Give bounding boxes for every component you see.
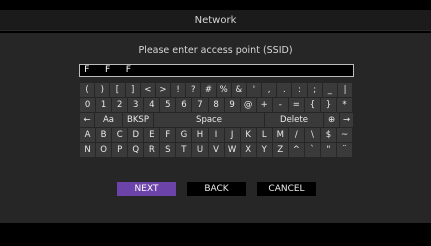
keyboard-key[interactable]: @	[240, 98, 256, 112]
keyboard-key[interactable]: Z	[272, 143, 288, 157]
keyboard-key[interactable]: >	[155, 83, 171, 97]
keyboard-row-letters-upper-n: N O P Q R S T U V W X Y Z ^ ` " ¨	[80, 143, 353, 157]
keyboard-key[interactable]: Q	[128, 143, 144, 157]
keyboard-key[interactable]: {	[304, 98, 320, 112]
page-title: Network	[0, 10, 431, 31]
keyboard-key[interactable]: (	[80, 83, 95, 97]
keyboard-key[interactable]: :	[292, 83, 307, 97]
input-panel: Please enter access point (SSID) F F F (…	[0, 33, 431, 223]
on-screen-keyboard: ()[] < >!? #% & ',.:; _ | 0 1 2 3 4 5 6 7 8 9 @ + - ={} * ← A…	[80, 83, 353, 158]
keyboard-key[interactable]: |	[337, 83, 353, 97]
keyboard-key[interactable]: B	[96, 128, 112, 142]
keyboard-key[interactable]: }	[320, 98, 336, 112]
keyboard-key[interactable]: D	[128, 128, 144, 142]
keyboard-row-controls: ← Aa BKSP Space Delete ⊕ →	[80, 113, 353, 127]
keyboard-key[interactable]: G	[176, 128, 192, 142]
keyboard-row-letters-upper-a: A B C D E F G H I J K L M / \ $ ~	[80, 128, 353, 142]
keyboard-key[interactable]: J	[224, 128, 240, 142]
action-bar: NEXT BACK CANCEL	[0, 182, 431, 196]
keyboard-key[interactable]: *	[337, 98, 353, 112]
backspace-key[interactable]: BKSP	[123, 113, 153, 127]
keyboard-key[interactable]: 6	[176, 98, 192, 112]
keyboard-key[interactable]: &	[231, 83, 246, 97]
keyboard-key[interactable]: .	[277, 83, 292, 97]
keyboard-key[interactable]: "	[320, 143, 336, 157]
keyboard-key[interactable]: ;	[307, 83, 322, 97]
prompt-text: Please enter access point (SSID)	[138, 45, 293, 56]
keyboard-key[interactable]: R	[144, 143, 160, 157]
keyboard-key[interactable]: )	[95, 83, 110, 97]
keyboard-key[interactable]: 9	[224, 98, 240, 112]
keyboard-key[interactable]: [	[110, 83, 125, 97]
keyboard-key[interactable]: 7	[192, 98, 208, 112]
back-button[interactable]: BACK	[187, 182, 246, 196]
keyboard-key[interactable]: C	[112, 128, 128, 142]
keyboard-key[interactable]: 3	[128, 98, 144, 112]
keyboard-key[interactable]: !	[171, 83, 186, 97]
keyboard-key[interactable]: =	[288, 98, 304, 112]
left-arrow-icon[interactable]: ←	[80, 113, 94, 127]
keyboard-key[interactable]: ]	[125, 83, 140, 97]
keyboard-key[interactable]: E	[144, 128, 160, 142]
keyboard-key[interactable]: K	[240, 128, 256, 142]
keyboard-key[interactable]: 5	[160, 98, 176, 112]
keyboard-key[interactable]: H	[192, 128, 208, 142]
keyboard-key[interactable]: \	[304, 128, 320, 142]
keyboard-key[interactable]: L	[256, 128, 272, 142]
keyboard-key[interactable]: ?	[186, 83, 201, 97]
keyboard-key[interactable]: /	[288, 128, 304, 142]
keyboard-key[interactable]: T	[176, 143, 192, 157]
keyboard-key[interactable]: O	[96, 143, 112, 157]
right-arrow-icon[interactable]: →	[340, 113, 353, 127]
space-key[interactable]: Space	[154, 113, 264, 127]
bottom-bar	[0, 223, 431, 246]
keyboard-key[interactable]: 4	[144, 98, 160, 112]
keyboard-key[interactable]: $	[320, 128, 336, 142]
case-toggle-key[interactable]: Aa	[95, 113, 122, 127]
screen: Network Please enter access point (SSID)…	[0, 0, 431, 246]
keyboard-key[interactable]: _	[322, 83, 337, 97]
keyboard-key[interactable]: ~	[337, 128, 353, 142]
keyboard-key[interactable]: -	[272, 98, 288, 112]
keyboard-key[interactable]: F	[160, 128, 176, 142]
keyboard-key[interactable]: ,	[262, 83, 277, 97]
keyboard-key[interactable]: X	[240, 143, 256, 157]
keyboard-key[interactable]: ¨	[337, 143, 353, 157]
keyboard-key[interactable]: ^	[288, 143, 304, 157]
keyboard-key[interactable]: 8	[208, 98, 224, 112]
keyboard-key[interactable]: 1	[96, 98, 112, 112]
keyboard-key[interactable]: P	[112, 143, 128, 157]
keyboard-key[interactable]: #	[201, 83, 216, 97]
keyboard-key[interactable]: I	[208, 128, 224, 142]
keyboard-row-symbols: ()[] < >!? #% & ',.:; _ |	[80, 83, 353, 97]
cancel-button[interactable]: CANCEL	[257, 182, 316, 196]
globe-icon[interactable]: ⊕	[324, 113, 339, 127]
keyboard-key[interactable]: Y	[256, 143, 272, 157]
keyboard-key[interactable]: U	[192, 143, 208, 157]
keyboard-key[interactable]: 0	[80, 98, 96, 112]
keyboard-row-digits: 0 1 2 3 4 5 6 7 8 9 @ + - ={} *	[80, 98, 353, 112]
keyboard-key[interactable]: W	[224, 143, 240, 157]
keyboard-key[interactable]: S	[160, 143, 176, 157]
next-button[interactable]: NEXT	[117, 182, 176, 196]
keyboard-key[interactable]: A	[80, 128, 96, 142]
keyboard-key[interactable]: `	[304, 143, 320, 157]
keyboard-key[interactable]: <	[140, 83, 155, 97]
ssid-input[interactable]: F F F	[79, 64, 354, 77]
keyboard-key[interactable]: '	[246, 83, 262, 97]
keyboard-key[interactable]: V	[208, 143, 224, 157]
keyboard-key[interactable]: 2	[112, 98, 128, 112]
delete-key[interactable]: Delete	[265, 113, 323, 127]
keyboard-key[interactable]: %	[216, 83, 231, 97]
keyboard-key[interactable]: M	[272, 128, 288, 142]
keyboard-key[interactable]: N	[80, 143, 96, 157]
keyboard-key[interactable]: +	[256, 98, 272, 112]
